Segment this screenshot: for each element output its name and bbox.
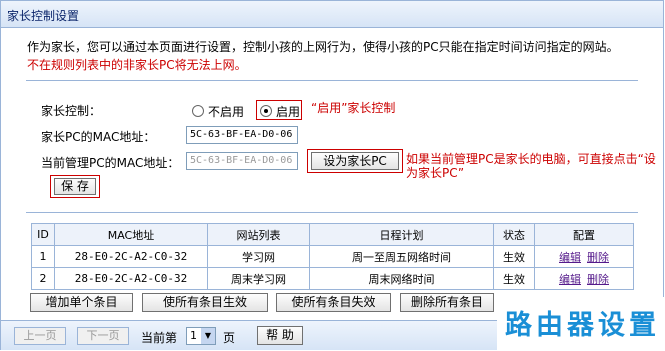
edit-link[interactable]: 编辑 xyxy=(559,251,581,264)
delete-link[interactable]: 删除 xyxy=(587,273,609,286)
enable-note: “启用”家长控制 xyxy=(311,101,396,115)
col-mac: MAC地址 xyxy=(54,223,208,246)
help-button[interactable]: 帮 助 xyxy=(257,326,303,345)
col-sites: 网站列表 xyxy=(207,223,310,246)
add-entry-button[interactable]: 增加单个条目 xyxy=(30,293,133,312)
current-page-label: 当前第 xyxy=(141,331,178,345)
current-mac-input: 5C-63-BF-EA-D0-06 xyxy=(186,152,298,170)
save-button[interactable]: 保 存 xyxy=(54,178,96,195)
set-parent-note: 如果当前管理PC是家长的电脑，可直接点击“设为家长PC” xyxy=(406,152,656,180)
divider xyxy=(26,212,638,213)
warning-text: 不在规则列表中的非家长PC将无法上网。 xyxy=(27,58,247,72)
current-mac-label: 当前管理PC的MAC地址： xyxy=(41,156,180,170)
table-row: 2 28-E0-2C-A2-C0-32 周末学习网 周末网络时间 生效 编辑 删除 xyxy=(31,267,634,290)
next-page-button[interactable]: 下一页 xyxy=(77,327,129,345)
row-sites: 学习网 xyxy=(207,245,310,268)
set-parent-pc-button[interactable]: 设为家长PC xyxy=(311,152,399,170)
delete-all-button[interactable]: 删除所有条目 xyxy=(400,293,494,312)
row-config: 编辑 删除 xyxy=(534,245,634,268)
col-status: 状态 xyxy=(493,223,535,246)
col-config: 配置 xyxy=(534,223,634,246)
col-schedule: 日程计划 xyxy=(309,223,494,246)
enable-all-button[interactable]: 使所有条目生效 xyxy=(142,293,268,312)
table-header-row: ID MAC地址 网站列表 日程计划 状态 配置 xyxy=(31,223,634,246)
page-select[interactable]: 1 ▼ xyxy=(186,327,216,345)
control-label: 家长控制： xyxy=(41,104,102,118)
watermark: 路由器设置 xyxy=(497,297,665,351)
col-id: ID xyxy=(31,223,55,246)
delete-link[interactable]: 删除 xyxy=(587,251,609,264)
page-title: 家长控制设置 xyxy=(7,9,80,23)
row-id: 1 xyxy=(31,245,55,268)
divider xyxy=(26,80,638,81)
description-text: 作为家长，您可以通过本页面进行设置，控制小孩的上网行为，使得小孩的PC只能在指定… xyxy=(27,40,619,54)
title-bar: 家长控制设置 xyxy=(1,1,663,28)
row-sites: 周末学习网 xyxy=(207,267,310,290)
table-row: 1 28-E0-2C-A2-C0-32 学习网 周一至周五网络时间 生效 编辑删… xyxy=(31,245,634,268)
chevron-down-icon: ▼ xyxy=(201,328,215,344)
page-unit-label: 页 xyxy=(223,331,236,345)
row-status: 生效 xyxy=(493,267,535,290)
enable-label: 启用 xyxy=(276,105,301,119)
row-status: 生效 xyxy=(493,245,535,268)
watermark-text: 路由器设置 xyxy=(505,310,660,341)
prev-page-button[interactable]: 上一页 xyxy=(14,327,66,345)
edit-link[interactable]: 编辑 xyxy=(559,273,581,286)
row-schedule: 周一至周五网络时间 xyxy=(309,245,494,268)
rules-table: ID MAC地址 网站列表 日程计划 状态 配置 1 28-E0-2C-A2-C… xyxy=(31,223,634,290)
row-config: 编辑 删除 xyxy=(534,267,634,290)
disable-label: 不启用 xyxy=(208,105,245,119)
disable-all-button[interactable]: 使所有条目失效 xyxy=(276,293,391,312)
parent-mac-input[interactable]: 5C-63-BF-EA-D0-06 xyxy=(186,126,298,144)
row-mac: 28-E0-2C-A2-C0-32 xyxy=(54,245,208,268)
row-schedule: 周末网络时间 xyxy=(309,267,494,290)
parent-mac-label: 家长PC的MAC地址： xyxy=(41,130,156,144)
enable-radio[interactable] xyxy=(260,105,272,117)
row-mac: 28-E0-2C-A2-C0-32 xyxy=(54,267,208,290)
disable-radio[interactable] xyxy=(192,105,204,117)
row-id: 2 xyxy=(31,267,55,290)
page-select-value: 1 xyxy=(190,329,197,342)
